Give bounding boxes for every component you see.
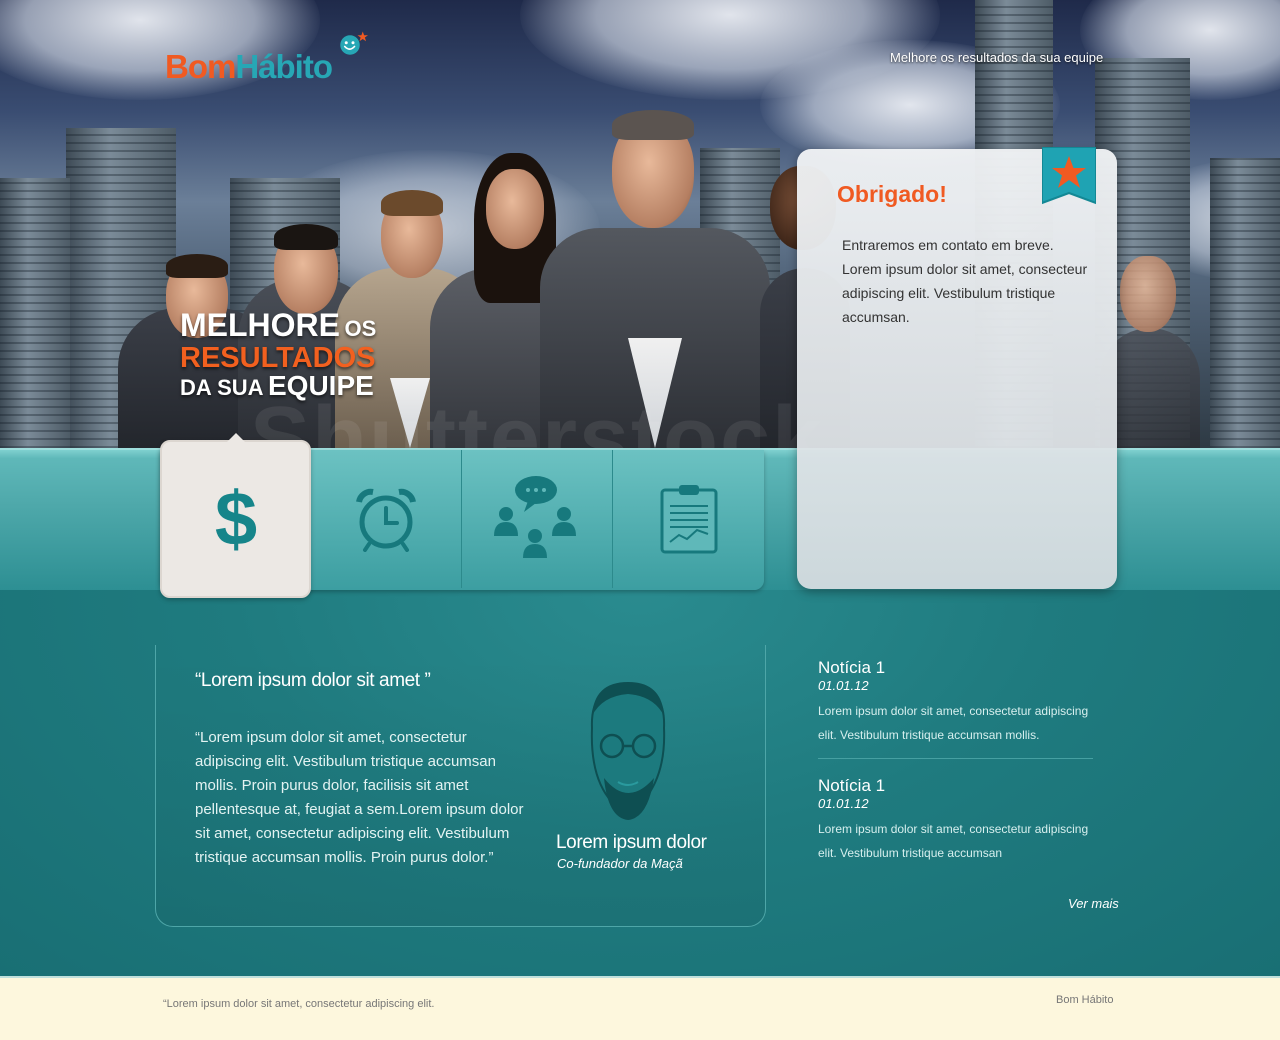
news-divider: [818, 758, 1093, 759]
thanks-body: Entraremos em contato em breve. Lorem ip…: [842, 237, 1088, 325]
clipboard-chart-icon: [660, 485, 717, 554]
testimonial-body: “Lorem ipsum dolor sit amet, consectetur…: [195, 729, 524, 866]
headline-melhore: MELHORE: [180, 307, 340, 343]
testimonial-title: “Lorem ipsum dolor sit amet ”: [195, 670, 431, 691]
news-date: 01.01.12: [818, 678, 869, 693]
news-date: 01.01.12: [818, 796, 869, 811]
news-title[interactable]: Notícia 1: [818, 658, 1093, 678]
thanks-title: Obrigado!: [837, 181, 947, 207]
smiley-icon: [340, 31, 368, 55]
logo-text-bom: Bom: [165, 48, 236, 85]
alarm-clock-icon: [356, 488, 416, 552]
headline-equipe: EQUIPE: [267, 370, 374, 401]
header-tagline: Melhore os resultados da sua equipe: [890, 50, 1104, 65]
skyscraper: [1210, 158, 1280, 448]
thanks-card: Obrigado! Entraremos em contato em breve…: [797, 147, 1117, 589]
headline-resultados: RESULTADOS: [180, 342, 376, 374]
tab-reports[interactable]: [613, 450, 764, 588]
news-body: Lorem ipsum dolor sit amet, consectetur …: [818, 822, 1089, 860]
star-ribbon-icon: [1042, 147, 1096, 205]
testimonial-person-role: Co-fundador da Maçã: [557, 856, 683, 871]
news-title[interactable]: Notícia 1: [818, 776, 1093, 796]
portrait-illustration: [590, 682, 666, 820]
news-more-link[interactable]: Ver mais: [1068, 896, 1119, 911]
footer-brand: Bom Hábito: [1056, 994, 1114, 1006]
news-body: Lorem ipsum dolor sit amet, consectetur …: [818, 704, 1089, 742]
news-item: Notícia 1 01.01.12 Lorem ipsum dolor sit…: [818, 658, 1093, 747]
logo-text-habito: Hábito: [235, 48, 333, 85]
testimonial-person-name: Lorem ipsum dolor: [556, 832, 707, 853]
tab-team[interactable]: [462, 450, 613, 588]
headline-da-sua: DA SUA: [180, 375, 264, 400]
brand-logo[interactable]: BomHábito: [165, 48, 333, 86]
tab-results[interactable]: $: [160, 433, 311, 598]
footer: “Lorem ipsum dolor sit amet, consectetur…: [0, 976, 1280, 1040]
feature-tabs: $: [160, 433, 764, 598]
hero-headline: MELHORE OS RESULTADOS DA SUA EQUIPE: [180, 309, 377, 404]
footer-quote: “Lorem ipsum dolor sit amet, consectetur…: [163, 998, 435, 1010]
svg-text:$: $: [214, 483, 256, 555]
tab-time[interactable]: [311, 450, 462, 588]
dollar-icon: $: [214, 483, 256, 555]
news-item: Notícia 1 01.01.12 Lorem ipsum dolor sit…: [818, 776, 1093, 865]
team-chat-icon: [494, 476, 576, 558]
headline-os: OS: [344, 316, 377, 341]
skyscraper: [0, 178, 70, 448]
